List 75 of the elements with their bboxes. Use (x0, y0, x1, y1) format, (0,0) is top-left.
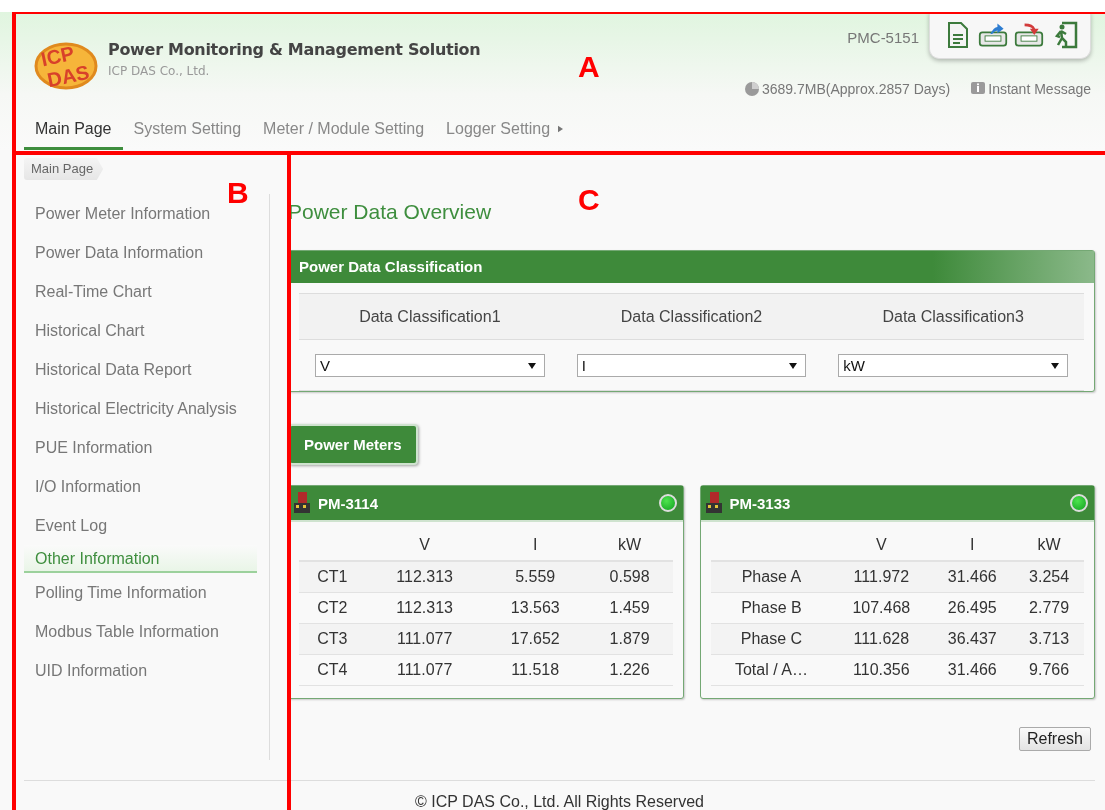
table-cell: 1.459 (586, 592, 673, 624)
table-cell: 1.879 (586, 623, 673, 655)
sidebar-item[interactable]: Historical Electricity Analysis (24, 389, 269, 428)
sidebar-item[interactable]: PUE Information (24, 428, 269, 467)
sidebar-item[interactable]: Real-Time Chart (24, 272, 269, 311)
table-cell: 112.313 (365, 561, 484, 593)
table-cell: 111.077 (365, 654, 484, 686)
storage-info: 3689.7MB(Approx.2857 Days) (761, 81, 951, 97)
table-cell: CT3 (299, 623, 366, 655)
table-cell: 36.437 (930, 623, 1015, 655)
sidebar-item[interactable]: Historical Data Report (24, 350, 269, 389)
nav-tab[interactable]: Main Page (24, 120, 123, 150)
table-cell: 2.779 (1014, 592, 1084, 624)
meter-icon (292, 491, 312, 515)
nav-tab[interactable]: Meter / Module Setting (252, 120, 436, 150)
dropdown-arrow-icon (1051, 362, 1059, 369)
dropdown[interactable]: V (315, 354, 545, 377)
sidebar-item[interactable]: UID Information (24, 651, 269, 690)
table-cell: 0.598 (586, 561, 673, 593)
table-cell: 3.254 (1014, 561, 1084, 593)
table-cell: 111.972 (832, 561, 931, 593)
sidebar-item[interactable]: I/O Information (24, 467, 269, 506)
table-cell: Phase A (710, 561, 833, 593)
table-cell: 11.518 (483, 654, 587, 686)
table-cell: 26.495 (930, 592, 1015, 624)
table-cell: 110.356 (832, 654, 931, 686)
instant-message-link[interactable]: Instant Message (988, 81, 1091, 97)
annotation-label: A (578, 50, 600, 84)
table-cell: 5.559 (483, 561, 587, 593)
table-cell: 31.466 (930, 561, 1015, 593)
device-model: PMC-5151 (847, 29, 919, 46)
dropdown[interactable]: kW (838, 354, 1068, 377)
annotation-label: C (578, 183, 600, 217)
table-cell: Total / A… (710, 654, 833, 686)
storage-icon (743, 81, 760, 97)
sidebar-item[interactable]: Modbus Table Information (24, 612, 269, 651)
table-cell: CT1 (299, 561, 366, 593)
column-heading: Data Classification1 (358, 307, 502, 327)
nav-tab[interactable]: System Setting (122, 120, 253, 150)
table-cell: Phase C (710, 623, 833, 655)
column-heading: Data Classification2 (619, 307, 764, 327)
power-meters-button[interactable]: Power Meters (288, 424, 418, 465)
table-cell: 111.077 (365, 623, 484, 655)
panel-header: Power Data Classification (289, 251, 1094, 283)
meter-name: PM-3133 (729, 494, 792, 512)
sidebar-item[interactable]: Power Data Information (24, 233, 269, 272)
table-cell: 9.766 (1014, 654, 1084, 686)
footer-text: © ICP DAS Co., Ltd. All Rights Reserved (415, 793, 704, 810)
dropdown-arrow-icon (527, 362, 536, 369)
app-title: Power Monitoring & Management Solution (108, 40, 481, 59)
meter-name: PM-3114 (318, 494, 380, 512)
table-cell: 3.713 (1014, 623, 1084, 655)
column-heading: Data Classification3 (881, 307, 1025, 327)
table-cell: 1.226 (586, 654, 673, 686)
meter-icon (703, 491, 724, 515)
info-icon[interactable] (970, 81, 987, 97)
sidebar-item[interactable]: Event Log (24, 506, 269, 545)
sidebar-item[interactable]: Polling Time Information (24, 573, 269, 612)
table-cell: 111.628 (832, 623, 931, 655)
company-name: ICP DAS Co., Ltd. (108, 64, 211, 78)
sidebar-item[interactable]: Historical Chart (24, 311, 269, 350)
table-cell: 31.466 (930, 654, 1015, 686)
table-cell: CT4 (299, 654, 366, 686)
table-cell: 13.563 (483, 592, 587, 624)
table-cell: 17.652 (483, 623, 587, 655)
table-cell: Phase B (710, 592, 833, 624)
dropdown[interactable]: I (576, 354, 807, 377)
table-cell: 107.468 (832, 592, 931, 624)
dropdown-arrow-icon (789, 362, 798, 369)
annotation-label: B (227, 176, 249, 210)
breadcrumb[interactable]: Main Page (24, 158, 104, 180)
nav-tab[interactable]: Logger Setting (435, 120, 575, 150)
table-cell: 112.313 (365, 592, 484, 624)
table-cell: CT2 (299, 592, 366, 624)
refresh-button[interactable]: Refresh (1018, 727, 1091, 751)
